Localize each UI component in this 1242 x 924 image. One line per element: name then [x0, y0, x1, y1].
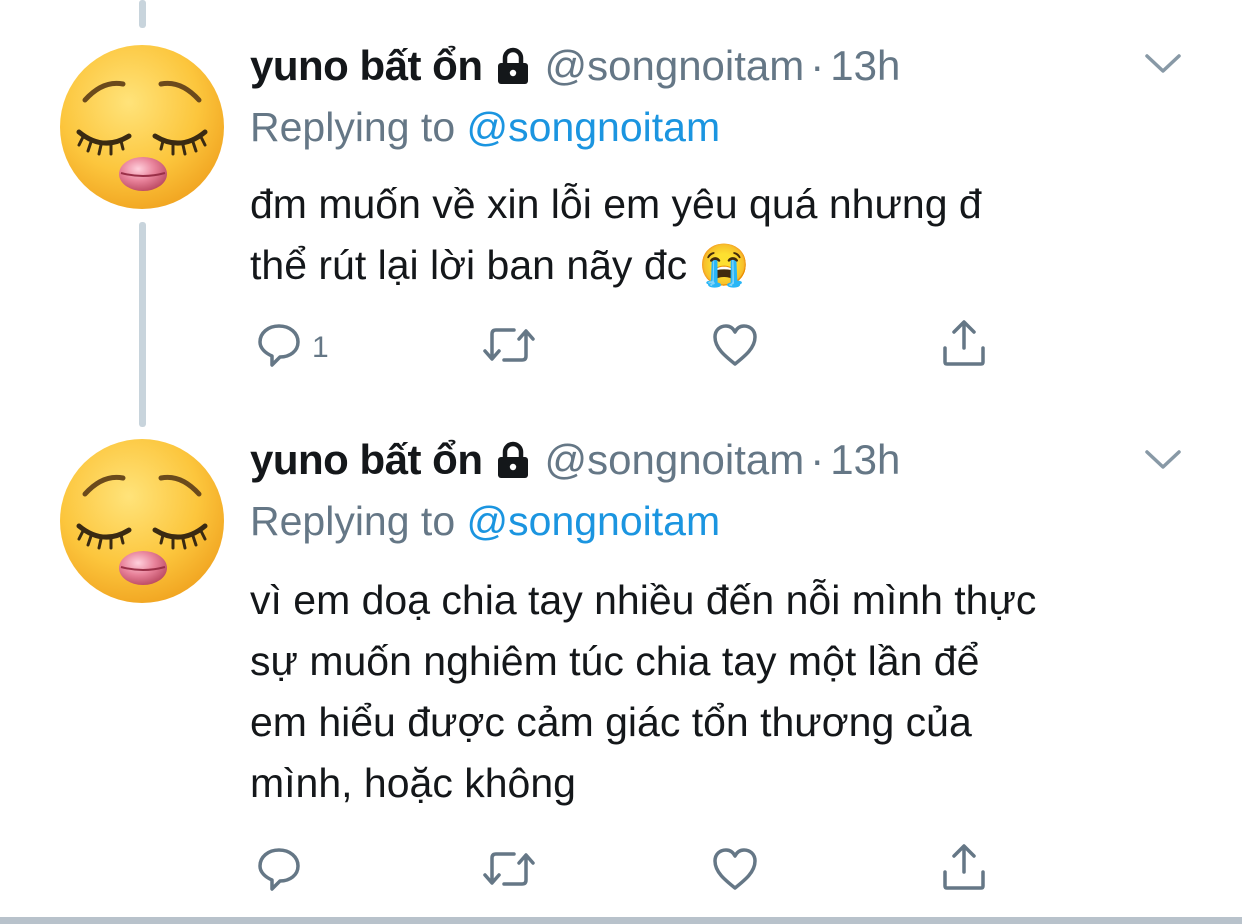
tweet-actions: [0, 844, 1242, 897]
retweet-button[interactable]: [482, 848, 536, 895]
tweet-actions: 1: [0, 320, 1242, 373]
display-name[interactable]: yuno bất ổn: [250, 436, 483, 484]
share-button[interactable]: [940, 318, 988, 373]
tweet-text-line: sự muốn nghiêm túc chia tay một lần để: [250, 638, 980, 684]
chevron-down-icon[interactable]: [1144, 52, 1182, 81]
timestamp[interactable]: 13h: [830, 42, 900, 90]
tweet-text-line: mình, hoặc không: [250, 760, 576, 806]
handle[interactable]: @songnoitam: [544, 436, 804, 484]
display-name[interactable]: yuno bất ổn: [250, 42, 483, 90]
lock-icon: [496, 441, 530, 479]
retweet-icon: [482, 324, 536, 371]
separator-dot: ·: [810, 436, 825, 483]
avatar[interactable]: [59, 438, 225, 604]
chevron-down-icon[interactable]: [1144, 448, 1182, 477]
tweet-text-line: em hiểu được cảm giác tổn thương của: [250, 699, 972, 745]
handle[interactable]: @songnoitam: [544, 42, 804, 90]
like-button[interactable]: [711, 322, 759, 373]
like-icon: [711, 846, 759, 897]
share-icon: [940, 842, 988, 897]
replying-to-label: Replying to: [250, 104, 456, 150]
tweet[interactable]: yuno bất ổn @songnoitam · 13h Replying t…: [0, 400, 1242, 917]
tweet-text: đm muốn về xin lỗi em yêu quá nhưng đ th…: [250, 174, 1210, 296]
tweet[interactable]: yuno bất ổn @songnoitam · 13h Replying t…: [0, 0, 1242, 400]
replying-to-label: Replying to: [250, 498, 456, 544]
separator-dot: ·: [810, 42, 825, 89]
share-icon: [940, 318, 988, 373]
bottom-divider: [0, 917, 1242, 924]
retweet-icon: [482, 848, 536, 895]
timestamp[interactable]: 13h: [830, 436, 900, 484]
reply-icon: [256, 846, 302, 897]
retweet-button[interactable]: [482, 324, 536, 371]
avatar[interactable]: [59, 44, 225, 210]
like-button[interactable]: [711, 846, 759, 897]
replying-to: Replying to @songnoitam: [250, 498, 720, 545]
tweet-header: yuno bất ổn @songnoitam · 13h: [250, 432, 900, 488]
replying-to-mention[interactable]: @songnoitam: [467, 498, 721, 544]
like-icon: [711, 322, 759, 373]
tweet-text-line: vì em doạ chia tay nhiều đến nỗi mình th…: [250, 577, 1037, 623]
replying-to: Replying to @songnoitam: [250, 104, 720, 151]
reply-button[interactable]: [256, 846, 312, 897]
tweet-text-line: thể rút lại lời ban nãy đc 😭: [250, 242, 750, 288]
reply-button[interactable]: 1: [256, 322, 329, 373]
replying-to-mention[interactable]: @songnoitam: [467, 104, 721, 150]
reply-icon: [256, 322, 302, 373]
share-button[interactable]: [940, 842, 988, 897]
reply-count: 1: [312, 330, 329, 364]
tweet-text: vì em doạ chia tay nhiều đến nỗi mình th…: [250, 570, 1210, 814]
lock-icon: [496, 47, 530, 85]
tweet-header: yuno bất ổn @songnoitam · 13h: [250, 38, 900, 94]
tweet-text-line: đm muốn về xin lỗi em yêu quá nhưng đ: [250, 181, 982, 227]
